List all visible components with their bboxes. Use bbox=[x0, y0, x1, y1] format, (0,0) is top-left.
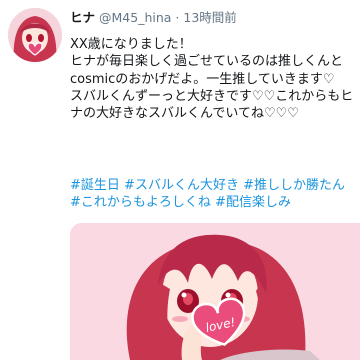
tweet-text-line: XX歳になりました！ bbox=[70, 37, 192, 52]
tweet-text-line: スバルくんずーっと大好きです♡♡これからもヒナの大好きなスバルくんでいてね♡♡♡ bbox=[70, 88, 354, 122]
avatar[interactable] bbox=[8, 8, 62, 62]
hashtag-list: #誕生日 #スバルくん大好き #推ししか勝たん #これからもよろしくね #配信楽… bbox=[70, 177, 354, 212]
display-name[interactable]: ヒナ bbox=[70, 10, 95, 25]
tweet-header: ヒナ @M45_hina · 13時間前 bbox=[70, 10, 237, 26]
time-separator: · bbox=[175, 10, 180, 25]
user-handle[interactable]: @M45_hina bbox=[99, 10, 171, 25]
hashtag-link[interactable]: #配信楽しみ bbox=[215, 195, 291, 210]
tweet-image[interactable]: love! bbox=[70, 223, 360, 360]
hashtag-link[interactable]: #これからもよろしくね bbox=[70, 195, 211, 210]
avatar-image bbox=[8, 8, 62, 62]
tweet-time[interactable]: 13時間前 bbox=[183, 10, 236, 25]
tweet-text-line: ヒナが毎日楽しく過ごせているのは推しくんとcosmicのおかげだよ。一生推してい… bbox=[70, 54, 344, 87]
hashtag-link[interactable]: #スバルくん大好き bbox=[124, 178, 239, 193]
tweet-text: XX歳になりました！ ヒナが毎日楽しく過ごせているのは推しくんとcosmicのお… bbox=[70, 36, 354, 122]
hashtag-link[interactable]: #推ししか勝たん bbox=[243, 178, 345, 193]
tweet-card: ヒナ @M45_hina · 13時間前 XX歳になりました！ ヒナが毎日楽しく… bbox=[0, 0, 360, 360]
illustration: love! bbox=[70, 223, 360, 360]
hashtag-link[interactable]: #誕生日 bbox=[70, 178, 120, 193]
